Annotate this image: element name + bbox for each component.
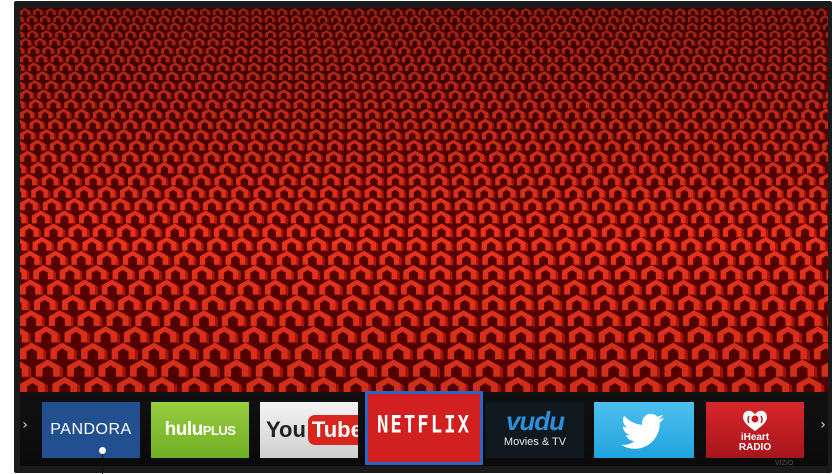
bird-icon bbox=[621, 413, 664, 449]
hulu-plus-logo: huluPLUS bbox=[164, 419, 236, 440]
scroll-left-arrow[interactable]: › bbox=[20, 410, 30, 440]
app-tile-youtube[interactable]: You Tube bbox=[260, 402, 358, 458]
vudu-subtitle: Movies & TV bbox=[503, 436, 567, 448]
app-tile-hulu-plus[interactable]: huluPLUS bbox=[151, 402, 249, 458]
iheart-label: iHeart RADIO bbox=[738, 432, 772, 453]
app-launcher-bar: › PANDORA huluPLUS You Tube NETFLIX vudu … bbox=[20, 391, 828, 466]
callout-pointer-dot bbox=[99, 447, 106, 454]
app-tile-netflix[interactable]: NETFLIX bbox=[365, 391, 483, 465]
tv-screen: › PANDORA huluPLUS You Tube NETFLIX vudu … bbox=[20, 8, 828, 466]
app-tile-vudu[interactable]: vudu Movies & TV bbox=[486, 402, 584, 458]
heart-radio-icon bbox=[743, 410, 767, 431]
bezel-brand-logo: VIZIO bbox=[775, 460, 794, 467]
vudu-logo: vudu bbox=[505, 406, 565, 436]
app-tile-twitter[interactable] bbox=[594, 402, 694, 458]
pandora-logo: PANDORA bbox=[50, 421, 132, 438]
youtube-logo: You Tube bbox=[266, 415, 358, 445]
app-tile-iheartradio[interactable]: iHeart RADIO bbox=[706, 402, 804, 458]
scroll-right-arrow[interactable]: › bbox=[818, 410, 828, 440]
app-tile-pandora[interactable]: PANDORA bbox=[42, 402, 140, 458]
netflix-logo: NETFLIX bbox=[376, 411, 472, 439]
